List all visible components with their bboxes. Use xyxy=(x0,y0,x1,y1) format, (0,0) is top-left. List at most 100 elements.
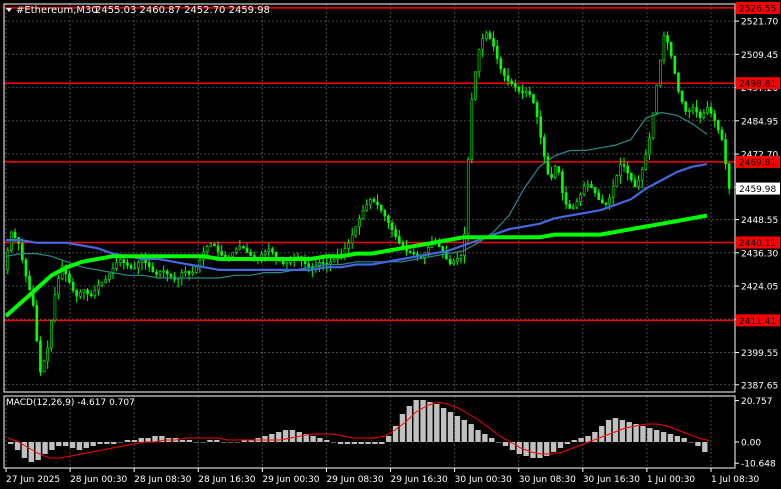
candle xyxy=(572,203,575,210)
candle xyxy=(238,239,242,251)
candle xyxy=(35,299,39,343)
candle-body xyxy=(709,107,713,114)
candle xyxy=(702,109,706,120)
candle xyxy=(108,273,111,283)
candle-body xyxy=(89,293,93,297)
candle xyxy=(673,55,677,75)
candle-body xyxy=(390,222,394,230)
macd-bar xyxy=(179,440,186,442)
candle-body xyxy=(10,231,13,252)
candle xyxy=(543,133,546,164)
trading-chart[interactable]: 2521.702509.452497.202484.952472.702460.… xyxy=(0,0,781,489)
ohlc-values: 2455.03 2460.87 2452.70 2459.98 xyxy=(95,5,270,16)
macd-bar xyxy=(14,442,21,450)
symbol-label: #Ethereum,M30 xyxy=(16,5,98,16)
candle-body xyxy=(358,218,361,228)
candle-body xyxy=(550,173,553,178)
candle xyxy=(622,157,626,173)
candle xyxy=(220,244,223,257)
time-tick-label: 29 Jun 16:30 xyxy=(391,475,448,485)
candle xyxy=(524,87,528,98)
candle xyxy=(376,194,379,210)
candle-body xyxy=(365,204,368,211)
price-tick-label: 2424.05 xyxy=(741,283,778,293)
candle xyxy=(82,289,86,300)
candle xyxy=(466,156,470,242)
macd-bar xyxy=(310,436,316,442)
candle-body xyxy=(100,282,104,286)
candle-body xyxy=(651,112,655,139)
main-panel-border xyxy=(3,3,736,393)
candle-body xyxy=(82,289,86,293)
candle xyxy=(724,133,727,170)
candle xyxy=(514,79,517,92)
candle xyxy=(546,152,550,175)
candle xyxy=(379,204,383,214)
candle xyxy=(169,273,173,280)
candle-body xyxy=(684,101,687,112)
candle-body xyxy=(205,246,209,253)
macd-bar xyxy=(495,442,502,443)
candle-body xyxy=(387,215,390,224)
macd-bar xyxy=(688,442,694,443)
candle xyxy=(445,245,448,260)
candle xyxy=(611,178,615,205)
candle xyxy=(532,93,535,104)
candle xyxy=(510,78,513,87)
candle-body xyxy=(691,107,695,111)
candle xyxy=(53,286,57,323)
candle xyxy=(488,30,492,40)
candle-body xyxy=(86,289,89,295)
candle-body xyxy=(717,120,720,131)
macd-bar xyxy=(193,442,199,443)
candle-body xyxy=(680,90,684,103)
candle xyxy=(46,340,49,369)
candle-body xyxy=(13,231,17,238)
candle-body xyxy=(180,272,184,279)
macd-bar xyxy=(695,442,701,446)
candle-body xyxy=(615,175,619,187)
candle xyxy=(640,166,644,189)
macd-bar xyxy=(667,434,674,442)
candle-body xyxy=(611,186,615,198)
macd-bar xyxy=(399,414,406,442)
macd-bar xyxy=(640,426,646,442)
candle xyxy=(126,258,129,269)
candle xyxy=(86,287,89,302)
candle xyxy=(28,270,31,291)
candle-body xyxy=(151,266,155,273)
candle xyxy=(111,262,115,280)
candle-body xyxy=(238,246,242,250)
candle-body xyxy=(343,248,347,255)
candle xyxy=(267,243,271,257)
candle-body xyxy=(662,35,666,61)
candle-body xyxy=(282,260,285,265)
candle xyxy=(662,31,666,65)
time-tick-label: 27 Jun 2025 xyxy=(6,475,60,485)
macd-bar xyxy=(234,442,241,443)
candle-body xyxy=(659,59,662,86)
macd-bar xyxy=(337,442,344,444)
candle-body xyxy=(307,263,310,268)
candle-body xyxy=(249,251,252,256)
price-tick-label: 2521.70 xyxy=(741,18,778,28)
candle xyxy=(50,319,53,352)
candle xyxy=(601,194,604,204)
candle xyxy=(372,196,376,203)
candle-body xyxy=(274,251,278,258)
candle-body xyxy=(155,271,158,275)
dropdown-triangle-icon xyxy=(6,8,12,12)
candle xyxy=(184,266,187,277)
candle xyxy=(195,266,198,274)
candle xyxy=(459,253,463,264)
candle xyxy=(688,107,691,119)
candle xyxy=(350,227,354,249)
candle-body xyxy=(506,75,510,82)
candle xyxy=(271,246,274,256)
price-tick-label: 2387.65 xyxy=(741,381,778,391)
candle-body xyxy=(706,107,709,114)
macd-bar xyxy=(145,438,151,442)
candle-body xyxy=(604,202,608,205)
candle xyxy=(550,167,553,181)
chart-header: #Ethereum,M30 2455.03 2460.87 2452.70 24… xyxy=(6,5,270,16)
